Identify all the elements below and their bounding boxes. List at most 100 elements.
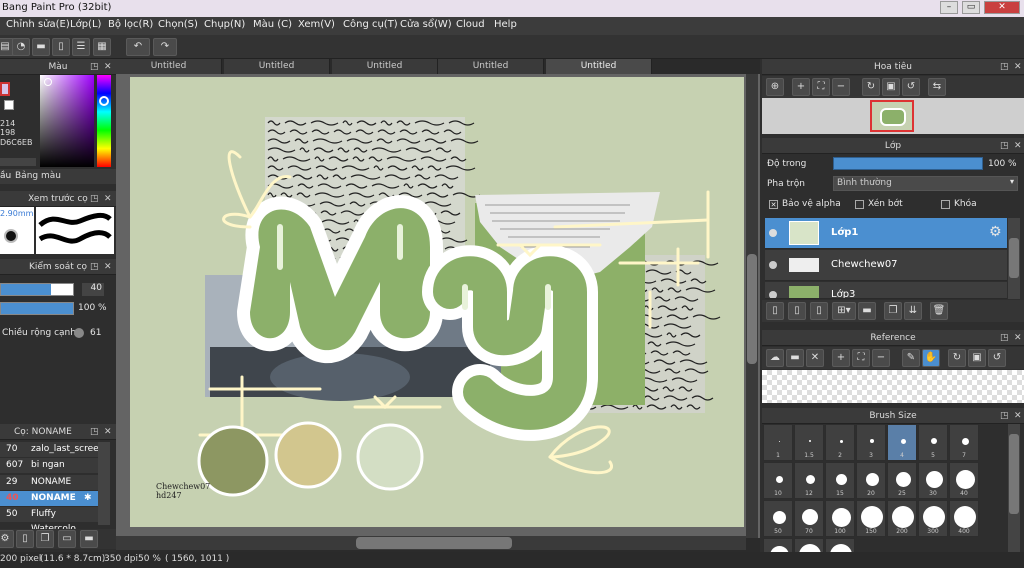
close-icon[interactable]: ✕ bbox=[104, 191, 112, 207]
brush-size-cell[interactable]: 1 bbox=[763, 424, 793, 461]
tab-document-active[interactable]: Untitled bbox=[546, 59, 652, 74]
brush-size-cell[interactable]: 150 bbox=[856, 500, 886, 537]
gear-icon[interactable]: ⚙ bbox=[989, 224, 1002, 240]
tab-document[interactable]: Untitled bbox=[224, 59, 330, 74]
chat-icon[interactable]: ▬ bbox=[32, 38, 50, 56]
zoom-out-icon[interactable]: − bbox=[872, 349, 890, 367]
brush-size-cell[interactable]: 1.5 bbox=[794, 424, 824, 461]
background-color-swatch[interactable] bbox=[4, 100, 14, 110]
float-icon[interactable]: ◳ bbox=[90, 424, 99, 440]
tab-document[interactable]: Untitled bbox=[332, 59, 438, 74]
layer-opacity-slider[interactable] bbox=[833, 157, 983, 170]
brush-size-cell[interactable]: 5 bbox=[918, 424, 948, 461]
reference-view[interactable] bbox=[762, 370, 1024, 403]
close-icon[interactable]: ✕ bbox=[1014, 408, 1022, 424]
menu-layer[interactable]: Lớp(L) bbox=[70, 19, 101, 30]
brush-size-cell[interactable]: 4 bbox=[887, 424, 917, 461]
new-file-icon[interactable]: ▯ bbox=[16, 530, 34, 548]
brush-size-cell[interactable]: 30 bbox=[918, 462, 948, 499]
close-icon[interactable]: ✕ bbox=[1014, 59, 1022, 75]
flip-icon[interactable]: ⇆ bbox=[928, 78, 946, 96]
brush-size-cell[interactable]: 20 bbox=[856, 462, 886, 499]
fullscreen-icon[interactable]: ▣ bbox=[968, 349, 986, 367]
copy-icon[interactable]: ❐ bbox=[36, 530, 54, 548]
close-reference-icon[interactable]: ✕ bbox=[806, 349, 824, 367]
tab-palette[interactable]: Bảng màu bbox=[15, 171, 61, 181]
rotate-icon[interactable]: ↻ bbox=[948, 349, 966, 367]
tab-color[interactable]: ầu bbox=[0, 171, 11, 181]
vertical-scroll-thumb[interactable] bbox=[747, 254, 757, 364]
maximize-button[interactable]: ▭ bbox=[962, 1, 980, 14]
edge-width-knob[interactable] bbox=[74, 328, 84, 338]
brush-size-cell[interactable]: 25 bbox=[887, 462, 917, 499]
folder-icon[interactable]: ▬ bbox=[80, 530, 98, 548]
redo-icon[interactable]: ↷ bbox=[153, 38, 177, 56]
close-icon[interactable]: ✕ bbox=[1014, 138, 1022, 154]
float-icon[interactable]: ◳ bbox=[1000, 59, 1009, 75]
menu-cloud[interactable]: Cloud bbox=[456, 19, 485, 30]
menu-help[interactable]: Help bbox=[494, 19, 517, 30]
brush-list-scrollbar[interactable] bbox=[98, 442, 110, 525]
menu-view[interactable]: Xem(V) bbox=[298, 19, 335, 30]
float-icon[interactable]: ◳ bbox=[90, 59, 99, 75]
grid-icon[interactable]: ▦ bbox=[93, 38, 111, 56]
float-icon[interactable]: ◳ bbox=[90, 191, 99, 207]
menu-edit[interactable]: Chỉnh sửa(E) bbox=[6, 19, 70, 30]
layer-scrollbar[interactable] bbox=[1008, 218, 1020, 299]
clip-checkbox[interactable] bbox=[855, 200, 864, 209]
layer-row[interactable]: Chewchew07 bbox=[765, 250, 1007, 281]
blend-mode-select[interactable]: Bình thường ▾ bbox=[833, 176, 1018, 191]
eye-icon[interactable] bbox=[769, 291, 777, 298]
folder-open-icon[interactable]: ▬ bbox=[786, 349, 804, 367]
list-icon[interactable]: ☰ bbox=[72, 38, 90, 56]
zoom-in-icon[interactable]: + bbox=[832, 349, 850, 367]
fit-icon[interactable]: ⛶ bbox=[852, 349, 870, 367]
menu-filter[interactable]: Bộ lọc(R) bbox=[108, 19, 153, 30]
size-value[interactable]: 40 bbox=[82, 283, 104, 296]
brush-size-cell[interactable]: 50 bbox=[763, 500, 793, 537]
float-icon[interactable]: ◳ bbox=[1000, 330, 1009, 346]
close-icon[interactable]: ✕ bbox=[104, 424, 112, 440]
float-icon[interactable]: ◳ bbox=[1000, 138, 1009, 154]
delete-icon[interactable]: 🗑 bbox=[930, 302, 948, 320]
hand-icon[interactable]: ✋ bbox=[922, 349, 940, 367]
new-layer-1bit-icon[interactable]: ▯ bbox=[810, 302, 828, 320]
tab-document[interactable]: Untitled bbox=[438, 59, 544, 74]
zoom-out-icon[interactable]: − bbox=[832, 78, 850, 96]
color-saturation-box[interactable] bbox=[40, 75, 94, 167]
cloud-icon[interactable]: ☁ bbox=[766, 349, 784, 367]
color-mode-toggle[interactable] bbox=[0, 158, 36, 166]
size-slider[interactable] bbox=[0, 283, 74, 296]
navigator-preview[interactable] bbox=[762, 98, 1024, 134]
group-icon[interactable]: ▭ bbox=[58, 530, 76, 548]
brush-size-cell[interactable]: 3 bbox=[856, 424, 886, 461]
brush-size-cell[interactable]: 40 bbox=[949, 462, 979, 499]
menu-capture[interactable]: Chụp(N) bbox=[204, 19, 245, 30]
brush-size-cell[interactable]: 7 bbox=[949, 424, 979, 461]
document-icon[interactable]: ▯ bbox=[52, 38, 70, 56]
menu-window[interactable]: Cửa sổ(W) bbox=[400, 19, 452, 30]
brush-item[interactable]: 70 zalo_last_screen bbox=[0, 442, 104, 457]
folder-icon[interactable]: ▬ bbox=[858, 302, 876, 320]
horizontal-scroll-thumb[interactable] bbox=[356, 537, 512, 549]
layer-row[interactable]: Lớp3 bbox=[765, 282, 1007, 299]
eyedropper-icon[interactable]: ✎ bbox=[902, 349, 920, 367]
brush-size-cell[interactable]: 200 bbox=[887, 500, 917, 537]
new-layer-8bit-icon[interactable]: ▯ bbox=[788, 302, 806, 320]
zoom-icon[interactable]: ⊕ bbox=[766, 78, 784, 96]
duplicate-icon[interactable]: ❐ bbox=[884, 302, 902, 320]
menu-select[interactable]: Chọn(S) bbox=[158, 19, 198, 30]
brush-item[interactable]: 607 bi ngan bbox=[0, 458, 98, 473]
brush-size-cell[interactable]: 12 bbox=[794, 462, 824, 499]
minimize-button[interactable]: – bbox=[940, 1, 958, 14]
fullscreen-icon[interactable]: ▣ bbox=[882, 78, 900, 96]
brush-size-scrollbar[interactable] bbox=[1008, 424, 1020, 552]
reset-icon[interactable]: ↺ bbox=[902, 78, 920, 96]
close-icon[interactable]: ✕ bbox=[104, 59, 112, 75]
zoom-in-icon[interactable]: + bbox=[792, 78, 810, 96]
layer-row-selected[interactable]: Lớp1 ⚙ bbox=[765, 218, 1007, 249]
brush-size-cell[interactable]: 70 bbox=[794, 500, 824, 537]
foreground-color-swatch[interactable] bbox=[0, 82, 10, 96]
float-icon[interactable]: ◳ bbox=[90, 259, 99, 275]
brush-item[interactable]: 50Fluffy Watercolo bbox=[0, 507, 98, 534]
